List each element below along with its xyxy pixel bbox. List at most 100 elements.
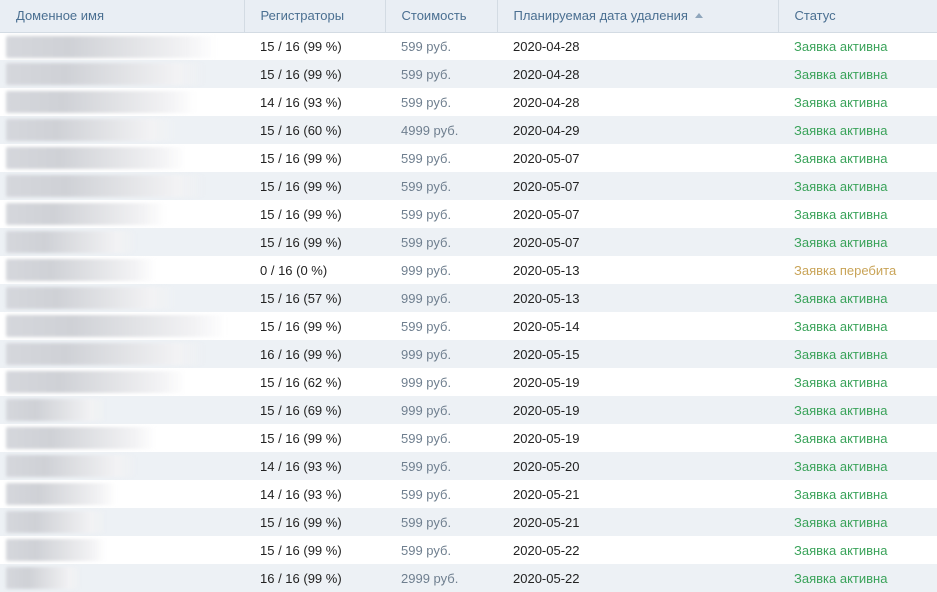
column-header-domain[interactable]: Доменное имя: [0, 0, 245, 33]
redacted-domain: [6, 483, 116, 505]
table-row[interactable]: 15 / 16 (57 %) 999 руб. 2020-05-13 Заявка а…: [0, 284, 937, 312]
status-cell: Заявка перебита: [794, 262, 897, 278]
redacted-domain: [6, 91, 196, 113]
cost-cell: 999 руб.: [401, 262, 452, 278]
cost-cell: 999 руб.: [401, 402, 452, 418]
delete-date-cell: 2020-04-28: [513, 94, 580, 110]
cost-cell: 599 руб.: [401, 458, 452, 474]
registrars-cell: 15 / 16 (60 %): [260, 122, 342, 138]
table-row[interactable]: 15 / 16 (99 %) 599 руб. 2020-05-14 Заявка а…: [0, 312, 937, 340]
redacted-domain: [6, 287, 176, 309]
domain-cell[interactable]: [0, 116, 244, 144]
domain-cell[interactable]: [0, 256, 244, 284]
domain-cell[interactable]: [0, 172, 244, 200]
delete-date-cell: 2020-05-22: [513, 542, 580, 558]
table-row[interactable]: 0 / 16 (0 %) 999 руб. 2020-05-13 Заявка пер…: [0, 256, 937, 284]
column-header-delete-date[interactable]: Планируемая дата удаления: [497, 0, 779, 33]
status-cell: Заявка активна: [794, 346, 888, 362]
redacted-domain: [6, 147, 186, 169]
domain-cell[interactable]: [0, 424, 244, 452]
status-cell: Заявка активна: [794, 458, 888, 474]
registrars-cell: 15 / 16 (99 %): [260, 234, 342, 250]
cost-cell: 599 руб.: [401, 486, 452, 502]
redacted-domain: [6, 567, 81, 589]
domain-cell[interactable]: [0, 508, 244, 536]
table-row[interactable]: 16 / 16 (99 %) 999 руб. 2020-05-15 Заявка а…: [0, 340, 937, 368]
column-header-status[interactable]: Статус: [778, 0, 937, 33]
domain-cell[interactable]: [0, 228, 244, 256]
cost-cell: 599 руб.: [401, 66, 452, 82]
delete-date-cell: 2020-05-07: [513, 206, 580, 222]
domain-cell[interactable]: [0, 536, 244, 564]
registrars-cell: 15 / 16 (62 %): [260, 374, 342, 390]
table-row[interactable]: 15 / 16 (60 %) 4999 руб. 2020-04-29 Заявка …: [0, 116, 937, 144]
cost-cell: 999 руб.: [401, 346, 452, 362]
domain-cell[interactable]: [0, 452, 244, 480]
table-row[interactable]: 14 / 16 (93 %) 599 руб. 2020-05-21 Заявка а…: [0, 480, 937, 508]
registrars-cell: 15 / 16 (99 %): [260, 178, 342, 194]
redacted-domain: [6, 315, 226, 337]
cost-cell: 999 руб.: [401, 290, 452, 306]
delete-date-cell: 2020-05-21: [513, 514, 580, 530]
table-row[interactable]: 16 / 16 (99 %) 2999 руб. 2020-05-22 Заявка …: [0, 564, 937, 592]
column-header-registrars[interactable]: Регистраторы: [244, 0, 386, 33]
table-row[interactable]: 15 / 16 (69 %) 999 руб. 2020-05-19 Заявка а…: [0, 396, 937, 424]
status-cell: Заявка активна: [794, 122, 888, 138]
status-cell: Заявка активна: [794, 514, 888, 530]
delete-date-cell: 2020-05-07: [513, 178, 580, 194]
table-row[interactable]: 15 / 16 (99 %) 599 руб. 2020-05-21 Заявка а…: [0, 508, 937, 536]
delete-date-cell: 2020-05-07: [513, 150, 580, 166]
registrars-cell: 0 / 16 (0 %): [260, 262, 328, 278]
cost-cell: 999 руб.: [401, 374, 452, 390]
domain-cell[interactable]: [0, 60, 244, 88]
redacted-domain: [6, 511, 106, 533]
table-row[interactable]: 14 / 16 (93 %) 599 руб. 2020-05-20 Заявка а…: [0, 452, 937, 480]
cost-cell: 599 руб.: [401, 206, 452, 222]
domain-cell[interactable]: [0, 312, 244, 340]
redacted-domain: [6, 63, 206, 85]
redacted-domain: [6, 399, 106, 421]
domain-cell[interactable]: [0, 396, 244, 424]
delete-date-cell: 2020-05-13: [513, 290, 580, 306]
domain-cell[interactable]: [0, 200, 244, 228]
cost-cell: 599 руб.: [401, 430, 452, 446]
registrars-cell: 15 / 16 (99 %): [260, 542, 342, 558]
table-row[interactable]: 15 / 16 (99 %) 599 руб. 2020-05-22 Заявка а…: [0, 536, 937, 564]
redacted-domain: [6, 119, 176, 141]
table-row[interactable]: 15 / 16 (62 %) 999 руб. 2020-05-19 Заявка а…: [0, 368, 937, 396]
table-body: 15 / 16 (99 %) 599 руб. 2020-04-28 Заявка а…: [0, 32, 937, 592]
domain-cell[interactable]: [0, 144, 244, 172]
table-row[interactable]: 15 / 16 (99 %) 599 руб. 2020-04-28 Заявка а…: [0, 32, 937, 60]
domain-cell[interactable]: [0, 32, 244, 60]
registrars-cell: 15 / 16 (99 %): [260, 206, 342, 222]
redacted-domain: [6, 175, 206, 197]
cost-cell: 599 руб.: [401, 178, 452, 194]
domain-cell[interactable]: [0, 284, 244, 312]
delete-date-cell: 2020-05-21: [513, 486, 580, 502]
registrars-cell: 15 / 16 (57 %): [260, 290, 342, 306]
redacted-domain: [6, 539, 106, 561]
table-row[interactable]: 14 / 16 (93 %) 599 руб. 2020-04-28 Заявка а…: [0, 88, 937, 116]
delete-date-cell: 2020-04-28: [513, 38, 580, 54]
table-row[interactable]: 15 / 16 (99 %) 599 руб. 2020-04-28 Заявка а…: [0, 60, 937, 88]
table-row[interactable]: 15 / 16 (99 %) 599 руб. 2020-05-07 Заявка а…: [0, 200, 937, 228]
status-cell: Заявка активна: [794, 430, 888, 446]
domain-cell[interactable]: [0, 480, 244, 508]
domain-cell[interactable]: [0, 340, 244, 368]
cost-cell: 599 руб.: [401, 94, 452, 110]
cost-cell: 599 руб.: [401, 514, 452, 530]
delete-date-cell: 2020-05-19: [513, 374, 580, 390]
domain-cell[interactable]: [0, 368, 244, 396]
registrars-cell: 15 / 16 (69 %): [260, 402, 342, 418]
domain-cell[interactable]: [0, 88, 244, 116]
table-row[interactable]: 15 / 16 (99 %) 599 руб. 2020-05-07 Заявка а…: [0, 144, 937, 172]
column-header-cost[interactable]: Стоимость: [385, 0, 498, 33]
status-cell: Заявка активна: [794, 402, 888, 418]
domain-cell[interactable]: [0, 564, 244, 592]
table-row[interactable]: 15 / 16 (99 %) 599 руб. 2020-05-07 Заявка а…: [0, 172, 937, 200]
table-row[interactable]: 15 / 16 (99 %) 599 руб. 2020-05-07 Заявка а…: [0, 228, 937, 256]
status-cell: Заявка активна: [794, 318, 888, 334]
sort-ascending-icon: [694, 13, 703, 19]
table-header: Доменное имя Регистраторы Стоимость План…: [0, 0, 937, 33]
table-row[interactable]: 15 / 16 (99 %) 599 руб. 2020-05-19 Заявка а…: [0, 424, 937, 452]
